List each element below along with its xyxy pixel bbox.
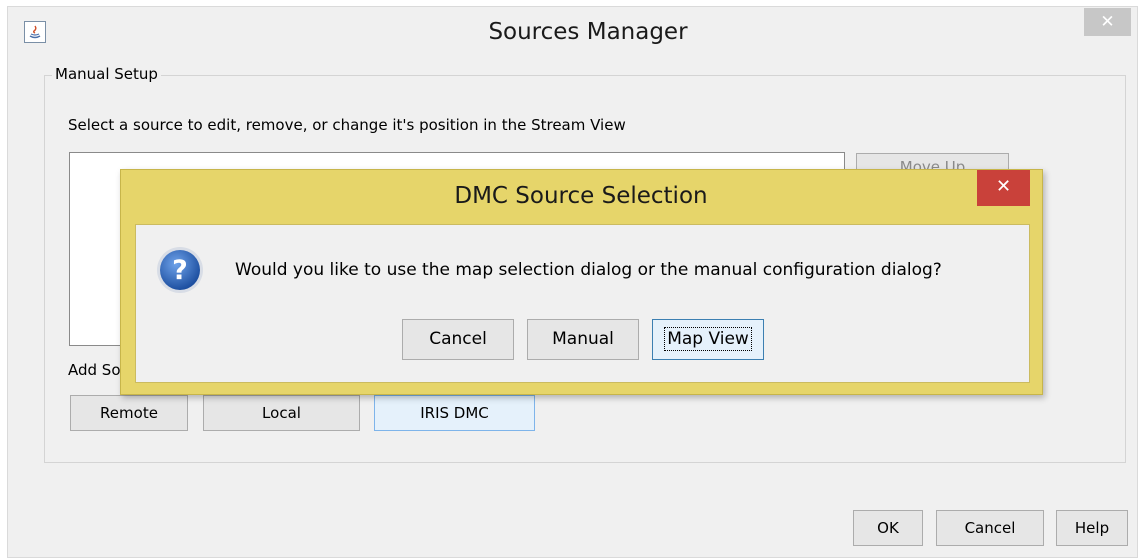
dialog-manual-button[interactable]: Manual [527,319,639,360]
dialog-close-button[interactable]: ✕ [977,170,1030,206]
main-close-button[interactable]: ✕ [1084,8,1131,36]
iris-dmc-button[interactable]: IRIS DMC [374,395,535,431]
svg-text:?: ? [172,255,188,286]
manual-setup-label: Manual Setup [52,65,161,83]
dialog-message: Would you like to use the map selection … [235,260,942,280]
remote-button[interactable]: Remote [70,395,188,431]
dialog-body: ? Would you like to use the map selectio… [135,224,1030,383]
main-titlebar[interactable]: Sources Manager ✕ [8,7,1137,62]
instruction-text: Select a source to edit, remove, or chan… [68,116,626,134]
question-icon: ? [155,245,205,295]
map-view-label: Map View [664,327,752,351]
dialog-map-view-button[interactable]: Map View [652,319,764,360]
help-button[interactable]: Help [1056,510,1128,546]
ok-button[interactable]: OK [853,510,923,546]
cancel-button[interactable]: Cancel [936,510,1044,546]
window-title: Sources Manager [488,19,688,45]
dmc-source-selection-dialog: DMC Source Selection ✕ ? Would you like … [120,169,1043,395]
dialog-title: DMC Source Selection [454,183,708,209]
dialog-cancel-button[interactable]: Cancel [402,319,514,360]
local-button[interactable]: Local [203,395,360,431]
